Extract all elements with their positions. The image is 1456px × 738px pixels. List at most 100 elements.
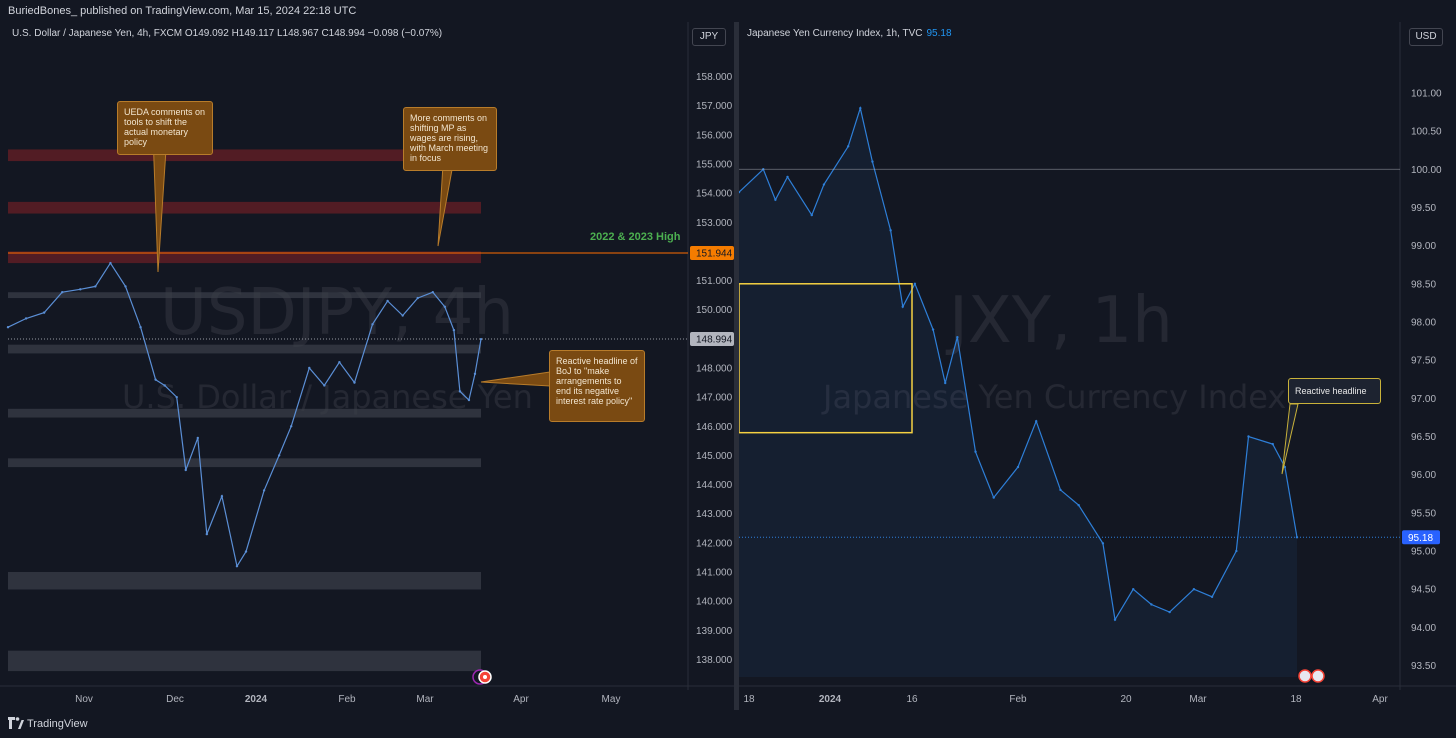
y-tick-label: 144.000 bbox=[696, 480, 733, 491]
data-point bbox=[479, 337, 483, 341]
data-point bbox=[401, 314, 404, 317]
usdjpy-legend: U.S. Dollar / Japanese Yen, 4h, FXCM O14… bbox=[12, 28, 443, 39]
x-tick-label: 18 bbox=[1290, 694, 1302, 705]
data-point bbox=[1113, 618, 1117, 621]
zone-band-3 bbox=[8, 292, 481, 299]
jxy-legend-value: 95.18 bbox=[926, 28, 952, 39]
zone-band-5 bbox=[8, 408, 481, 418]
us-flag-icon bbox=[1298, 669, 1312, 683]
y-tick-label: 156.000 bbox=[696, 130, 733, 141]
data-point bbox=[323, 384, 326, 387]
publish-header: BuriedBones_ published on TradingView.co… bbox=[0, 0, 1456, 22]
currency-button[interactable]: USD bbox=[1409, 28, 1443, 46]
footer: TradingView bbox=[0, 710, 1456, 738]
x-tick-label: Feb bbox=[1009, 694, 1027, 705]
last-price-tag-text: 95.18 bbox=[1408, 533, 1433, 544]
y-tick-label: 94.50 bbox=[1411, 585, 1436, 596]
x-tick-label: Dec bbox=[166, 694, 184, 705]
callout-pointer bbox=[1281, 403, 1299, 475]
y-tick-label: 150.000 bbox=[696, 305, 733, 316]
data-point bbox=[109, 261, 112, 265]
x-tick-label: Mar bbox=[1189, 694, 1207, 705]
y-tick-label: 100.00 bbox=[1411, 165, 1442, 176]
jxy-legend-name: Japanese Yen Currency Index, 1h, TVC bbox=[747, 28, 923, 39]
zone-band-6 bbox=[8, 458, 481, 468]
y-tick-label: 153.000 bbox=[696, 218, 733, 229]
data-point bbox=[452, 328, 456, 332]
data-point bbox=[1150, 603, 1153, 606]
x-tick-label: 16 bbox=[906, 694, 918, 705]
y-tick-label: 99.00 bbox=[1411, 241, 1436, 252]
data-point bbox=[124, 285, 127, 288]
data-point bbox=[205, 532, 209, 536]
data-point bbox=[822, 183, 826, 186]
y-tick-label: 143.000 bbox=[696, 509, 733, 520]
data-point bbox=[1168, 610, 1171, 614]
data-point bbox=[956, 336, 959, 339]
data-point bbox=[974, 450, 977, 453]
data-point bbox=[371, 323, 374, 326]
data-point bbox=[944, 381, 947, 385]
callout-reactive-headline[interactable]: Reactive headline bbox=[1288, 378, 1381, 404]
data-point bbox=[443, 305, 447, 308]
us-flag-icon bbox=[1311, 669, 1325, 683]
data-point bbox=[353, 381, 356, 384]
usdjpy-chart-panel[interactable]: USDJPY, 4h U.S. Dollar / Japanese Yen 15… bbox=[0, 22, 734, 710]
zone-band-1 bbox=[8, 201, 481, 214]
footer-brand: TradingView bbox=[27, 718, 88, 730]
y-tick-label: 98.00 bbox=[1411, 317, 1436, 328]
data-point bbox=[431, 291, 434, 294]
data-point bbox=[846, 145, 850, 148]
data-point bbox=[1016, 465, 1020, 469]
y-tick-label: 147.000 bbox=[696, 393, 733, 404]
data-point bbox=[262, 489, 266, 492]
callout-boj[interactable]: Reactive headline of BoJ to "make arrang… bbox=[549, 350, 645, 422]
data-point bbox=[1059, 488, 1062, 492]
callout-ueda[interactable]: UEDA comments on tools to shift the actu… bbox=[117, 101, 213, 155]
y-tick-label: 141.000 bbox=[696, 568, 733, 579]
y-tick-label: 97.50 bbox=[1411, 356, 1436, 367]
data-point bbox=[94, 285, 97, 288]
y-tick-label: 138.000 bbox=[696, 655, 733, 666]
x-tick-label: 2024 bbox=[245, 694, 268, 705]
data-point bbox=[810, 213, 813, 217]
data-point bbox=[871, 160, 874, 163]
data-point bbox=[931, 328, 935, 331]
jxy-chart-panel[interactable]: JXY, 1h Japanese Yen Currency Index 101.… bbox=[739, 22, 1456, 710]
callout-wages[interactable]: More comments on shifting MP as wages ar… bbox=[403, 107, 497, 171]
data-point bbox=[61, 291, 64, 294]
publish-info: BuriedBones_ published on TradingView.co… bbox=[8, 5, 357, 17]
data-point bbox=[992, 496, 995, 499]
x-tick-label: Mar bbox=[416, 694, 434, 705]
data-point bbox=[1247, 435, 1250, 438]
y-tick-label: 96.00 bbox=[1411, 470, 1436, 481]
data-point bbox=[1192, 587, 1196, 591]
y-tick-label: 151.000 bbox=[696, 276, 733, 287]
jxy-legend: Japanese Yen Currency Index, 1h, TVC 95.1… bbox=[747, 28, 952, 39]
data-point bbox=[1235, 549, 1238, 553]
y-tick-label: 97.00 bbox=[1411, 394, 1436, 405]
y-tick-label: 146.000 bbox=[696, 422, 733, 433]
x-tick-label: Nov bbox=[75, 694, 93, 705]
high-label: 2022 & 2023 High bbox=[590, 231, 681, 243]
y-tick-label: 95.50 bbox=[1411, 508, 1436, 519]
data-point bbox=[416, 296, 419, 300]
x-tick-label: Apr bbox=[513, 694, 529, 705]
y-tick-label: 142.000 bbox=[696, 538, 733, 549]
x-tick-label: 20 bbox=[1120, 694, 1132, 705]
data-point bbox=[1077, 504, 1080, 507]
last-price-tag-text: 148.994 bbox=[696, 335, 733, 346]
x-tick-label: 2024 bbox=[819, 694, 842, 705]
y-tick-label: 140.000 bbox=[696, 597, 733, 608]
data-point bbox=[220, 495, 224, 498]
data-point bbox=[289, 425, 293, 428]
y-tick-label: 93.50 bbox=[1411, 661, 1436, 672]
zone-band-7 bbox=[8, 572, 481, 590]
data-point bbox=[386, 299, 389, 303]
data-point bbox=[889, 229, 892, 232]
jxy-chart-svg[interactable]: 101.00 100.50 100.00 99.50 99.00 98.50 98.00 97… bbox=[739, 22, 1456, 710]
data-point bbox=[139, 326, 142, 329]
data-point bbox=[859, 106, 862, 110]
currency-button[interactable]: JPY bbox=[692, 28, 726, 46]
data-point bbox=[1101, 542, 1105, 545]
